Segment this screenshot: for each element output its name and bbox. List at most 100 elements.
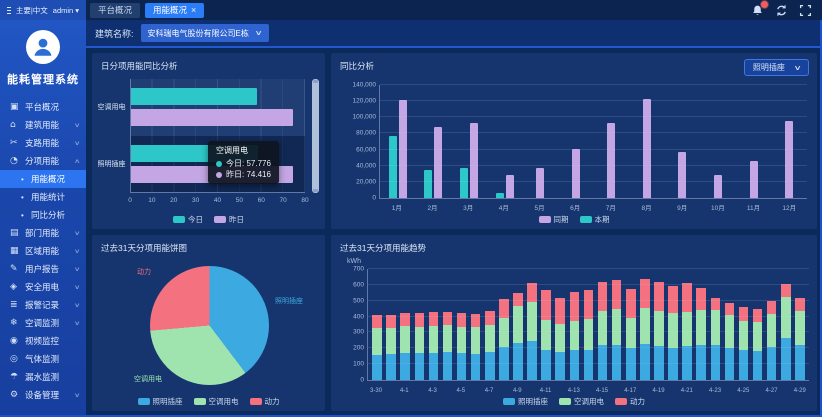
axis-tick-label: 4-11 bbox=[539, 388, 553, 394]
chevron-icon: ∨ bbox=[73, 320, 80, 327]
user-menu[interactable]: admin ▾ bbox=[53, 6, 79, 15]
sidebar-item-平台概况[interactable]: ▣平台概况 bbox=[0, 98, 86, 116]
grouped-bar-chart[interactable]: 020,00040,00060,00080,000100,000120,0001… bbox=[379, 85, 807, 199]
bullet-icon: • bbox=[21, 175, 29, 184]
top-bar-left: 主要|中文 admin ▾ bbox=[0, 0, 86, 20]
sidebar-item-部门用能[interactable]: ▤部门用能∨ bbox=[0, 224, 86, 242]
nav-home-language[interactable]: 主要|中文 bbox=[16, 5, 48, 16]
segment-空调用电 bbox=[541, 320, 551, 350]
chart-legend: 今日 昨日 bbox=[92, 214, 325, 225]
segment-照明插座 bbox=[570, 350, 580, 380]
legend-label: 今日 bbox=[188, 214, 203, 225]
segment-动力 bbox=[429, 312, 439, 326]
axis-tick-label bbox=[637, 388, 651, 394]
segment-空调用电 bbox=[739, 321, 749, 351]
chevron-down-icon: ∨ bbox=[793, 64, 801, 72]
axis-tick-label bbox=[440, 388, 454, 394]
sidebar-item-报警记录[interactable]: ≣报警记录∨ bbox=[0, 296, 86, 314]
axis-tick-label: 9月 bbox=[664, 202, 700, 212]
sidebar-item-label: 区域用能 bbox=[25, 245, 75, 257]
axis-tick-label: 11月 bbox=[736, 202, 772, 212]
water-leak-icon: ☂ bbox=[10, 372, 23, 382]
datazoom-slider[interactable] bbox=[312, 79, 319, 193]
segment-空调用电 bbox=[640, 308, 650, 344]
segment-空调用电 bbox=[682, 312, 692, 347]
gridline bbox=[368, 347, 809, 348]
sidebar-item-气体监测[interactable]: ◎气体监测 bbox=[0, 350, 86, 368]
legend-item-本期[interactable]: 本期 bbox=[580, 214, 610, 225]
avatar[interactable] bbox=[26, 30, 60, 64]
axis-tick-label: 4-21 bbox=[680, 388, 694, 394]
subentry-selector[interactable]: 照明插座 ∨ bbox=[744, 59, 809, 76]
legend-item-照明插座[interactable]: 照明插座 bbox=[138, 396, 183, 407]
tab-platform-overview[interactable]: 平台概况 bbox=[90, 3, 140, 18]
bar-同期 bbox=[714, 175, 722, 198]
tab-energy-overview[interactable]: 用能概况 × bbox=[145, 3, 204, 18]
sidebar: 能耗管理系统 ▣平台概况⌂建筑用能∨✂支路用能∨◔分项用能∧•用能概况•用能统计… bbox=[0, 20, 86, 417]
gridline bbox=[368, 300, 809, 301]
stacked-bar-chart[interactable]: 0100200300400500600700 bbox=[367, 269, 809, 381]
axis-tick-label: 20,000 bbox=[356, 178, 376, 185]
sidebar-item-支路用能[interactable]: ✂支路用能∨ bbox=[0, 134, 86, 152]
sidebar-item-区域用能[interactable]: ▦区域用能∨ bbox=[0, 242, 86, 260]
tooltip-value: 今日: 57.776 bbox=[226, 158, 271, 169]
username: admin bbox=[53, 6, 73, 15]
legend-item-同期[interactable]: 同期 bbox=[539, 214, 569, 225]
axis-tick-label bbox=[383, 388, 397, 394]
sidebar-item-视频监控[interactable]: ◉视频监控 bbox=[0, 332, 86, 350]
legend-item-空调用电[interactable]: 空调用电 bbox=[194, 396, 239, 407]
subentry-selector-value: 照明插座 bbox=[753, 62, 785, 73]
axis-tick-label: 4-29 bbox=[793, 388, 807, 394]
panel-title: 过去31天分项用能饼图 bbox=[101, 242, 187, 254]
legend-label: 本期 bbox=[595, 214, 610, 225]
legend-item-动力[interactable]: 动力 bbox=[250, 396, 280, 407]
sidebar-item-用户报告[interactable]: ✎用户报告∨ bbox=[0, 260, 86, 278]
axis-tick-label: 0 bbox=[372, 195, 376, 202]
x-axis: 01020304050607080 bbox=[130, 197, 305, 206]
legend-item-空调用电[interactable]: 空调用电 bbox=[559, 396, 604, 407]
sidebar-item-label: 空调监测 bbox=[25, 317, 75, 329]
legend-item-动力[interactable]: 动力 bbox=[615, 396, 645, 407]
axis-tick-label bbox=[496, 388, 510, 394]
axis-tick-label: 4-13 bbox=[567, 388, 581, 394]
segment-空调用电 bbox=[400, 326, 410, 353]
axis-tick-label bbox=[581, 388, 595, 394]
legend-label: 昨日 bbox=[229, 214, 244, 225]
video-monitor-icon: ◉ bbox=[10, 336, 23, 346]
sidebar-item-分项用能[interactable]: ◔分项用能∧ bbox=[0, 152, 86, 170]
user-report-icon: ✎ bbox=[10, 264, 23, 274]
sidebar-subitem-用能统计[interactable]: •用能统计 bbox=[0, 188, 86, 206]
pie-chart[interactable] bbox=[150, 266, 269, 385]
sidebar-subitem-用能概况[interactable]: •用能概况 bbox=[0, 170, 86, 188]
tooltip-row: 今日: 57.776 bbox=[216, 158, 271, 169]
chart-legend: 照明插座空调用电动力 bbox=[92, 396, 325, 407]
segment-动力 bbox=[555, 298, 565, 324]
sidebar-item-漏水监测[interactable]: ☂漏水监测 bbox=[0, 368, 86, 386]
segment-照明插座 bbox=[781, 338, 791, 380]
axis-tick-label: 80,000 bbox=[356, 130, 376, 137]
close-tab-icon[interactable]: × bbox=[191, 6, 196, 15]
segment-照明插座 bbox=[513, 343, 523, 380]
refresh-icon[interactable] bbox=[775, 4, 788, 17]
legend-item-昨日[interactable]: 昨日 bbox=[214, 214, 244, 225]
segment-照明插座 bbox=[443, 352, 453, 380]
legend-item-照明插座[interactable]: 照明插座 bbox=[503, 396, 548, 407]
sidebar-item-建筑用能[interactable]: ⌂建筑用能∨ bbox=[0, 116, 86, 134]
axis-tick-label bbox=[750, 388, 764, 394]
building-select[interactable]: 安科瑞电气股份有限公司E栋 ∨ bbox=[141, 24, 269, 42]
bell-icon[interactable] bbox=[751, 4, 764, 17]
legend-item-今日[interactable]: 今日 bbox=[173, 214, 203, 225]
hamburger-menu-icon[interactable] bbox=[7, 7, 11, 14]
axis-tick-label bbox=[609, 388, 623, 394]
sidebar-item-安全用电[interactable]: ◈安全用电∨ bbox=[0, 278, 86, 296]
fullscreen-icon[interactable] bbox=[799, 4, 812, 17]
axis-tick-label: 80 bbox=[301, 197, 308, 204]
axis-tick-label: 4-23 bbox=[708, 388, 722, 394]
sidebar-item-label: 支路用能 bbox=[25, 137, 75, 149]
chevron-icon: ∨ bbox=[73, 122, 80, 129]
sidebar-item-设备管理[interactable]: ⚙设备管理∨ bbox=[0, 386, 86, 404]
sidebar-item-label: 分项用能 bbox=[25, 155, 75, 167]
sidebar-subitem-同比分析[interactable]: •同比分析 bbox=[0, 206, 86, 224]
sidebar-item-空调监测[interactable]: ❄空调监测∨ bbox=[0, 314, 86, 332]
axis-tick-label: 600 bbox=[353, 281, 364, 288]
